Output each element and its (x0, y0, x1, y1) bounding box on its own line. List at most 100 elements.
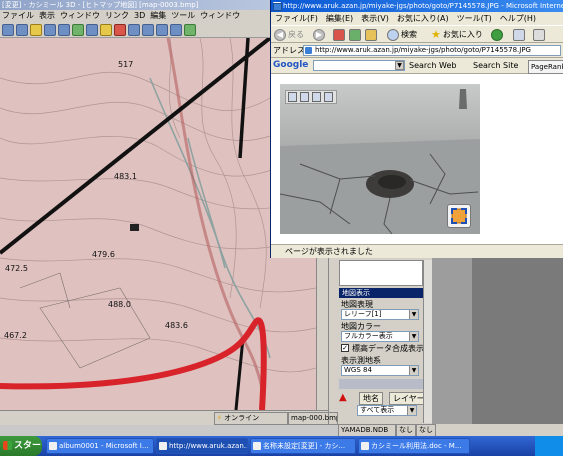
zoom-in-icon[interactable] (44, 23, 56, 36)
ie-menu-file[interactable]: ファイル(F) (275, 14, 318, 23)
online-text: オンライン (224, 414, 260, 422)
kashmir-menu-item[interactable]: 編集 (150, 11, 166, 20)
map-color-select[interactable]: フルカラー表示 ▼ (341, 331, 419, 342)
background-desktop (432, 258, 563, 425)
back-arrow-icon: ◀ (274, 29, 286, 41)
elevation-checkbox-label: 標高データ合成表示 (352, 344, 424, 353)
search-web-button[interactable]: Search Web (409, 60, 456, 72)
word-icon (361, 442, 369, 450)
taskbar-item-album[interactable]: album0001 - Microsoft I... (46, 438, 154, 454)
elevation-label: 483.1 (114, 172, 137, 181)
mountain-icon[interactable] (30, 23, 42, 36)
panel-scrollbar[interactable] (423, 260, 432, 423)
open-icon[interactable] (16, 23, 28, 36)
section-header-map-display[interactable]: 地図表示 (339, 288, 423, 298)
map-display-select[interactable]: レリーフ[1] ▼ (341, 309, 419, 320)
elevation-label: 472.5 (5, 264, 28, 273)
taskbar-item-label: カシミール利用法.doc - M... (371, 442, 462, 450)
search-site-button[interactable]: Search Site (473, 60, 518, 72)
mail-icon (513, 29, 525, 41)
elevation-label: 488.0 (108, 300, 131, 309)
map-scrollbar[interactable] (316, 258, 328, 410)
globe-icon[interactable] (184, 23, 196, 36)
map-color-value: フルカラー表示 (344, 332, 393, 340)
new-icon[interactable] (2, 23, 14, 36)
chevron-down-icon[interactable]: ▼ (395, 61, 404, 70)
search-button[interactable]: 検索 (387, 28, 417, 42)
kashmir-menu-item[interactable]: 表示 (39, 11, 55, 20)
place-filter-select[interactable]: すべて表示 ▼ (357, 405, 417, 416)
column-name-header[interactable]: 地名 (359, 392, 383, 405)
background-window (472, 258, 563, 425)
section-header-places[interactable] (339, 379, 423, 389)
home-icon (365, 29, 377, 41)
kashmir-menu-item[interactable]: ファイル (2, 11, 34, 20)
print-icon (533, 29, 545, 41)
system-tray[interactable] (535, 436, 563, 456)
media-icon (491, 29, 503, 41)
route-icon[interactable] (114, 23, 126, 36)
zoom-out-icon[interactable] (58, 23, 70, 36)
expand-image-button[interactable] (447, 204, 471, 228)
taskbar-item-label: album0001 - Microsoft I... (59, 442, 149, 450)
taskbar-item-kashmir[interactable]: 名称未設定[変更] - カシ... (250, 438, 356, 454)
email-image-icon[interactable] (312, 92, 321, 102)
elevation-label: 479.6 (92, 250, 115, 259)
refresh-icon (349, 29, 361, 41)
topographic-map[interactable]: 517 483.1 472.5 479.6 488.0 483.6 467.2 (0, 38, 316, 410)
camera-marker-icon (130, 224, 139, 231)
favorites-button[interactable]: ★ お気に入り (431, 28, 483, 42)
taskbar-item-word[interactable]: カシミール利用法.doc - M... (358, 438, 470, 454)
arrow-left-icon[interactable] (128, 23, 140, 36)
kashmir-menu-item[interactable]: リンク (105, 11, 129, 20)
kashmir-menu-item[interactable]: ウィンドウ (60, 11, 100, 20)
forward-button[interactable]: ▶ (313, 28, 325, 42)
windows-logo-icon (3, 441, 12, 450)
arrow-down-icon[interactable] (170, 23, 182, 36)
kashmir-menu-item[interactable]: ツール (171, 11, 195, 20)
address-input[interactable]: http://www.aruk.azan.jp/miyake-jgs/photo… (303, 45, 561, 56)
place-filter-value: すべて表示 (360, 406, 395, 414)
pencil-icon[interactable] (100, 23, 112, 36)
arrow-up-icon[interactable] (156, 23, 168, 36)
elevation-label: 467.2 (4, 331, 27, 340)
open-folder-icon[interactable] (324, 92, 333, 102)
ie-menu-edit[interactable]: 編集(E) (326, 14, 353, 23)
home-button[interactable] (365, 28, 377, 42)
taskbar-item-ie[interactable]: http://www.aruk.azan... (156, 438, 248, 454)
online-status: ⚡ オンライン (214, 412, 288, 425)
ie-menu-favorites[interactable]: お気に入り(A) (397, 14, 449, 23)
back-button[interactable]: ◀ 戻る (274, 28, 304, 42)
taskbar-item-label: http://www.aruk.azan... (169, 442, 248, 450)
arrow-right-icon[interactable] (142, 23, 154, 36)
elevation-label: 517 (118, 60, 134, 69)
ie-menu-help[interactable]: ヘルプ(H) (500, 14, 536, 23)
status-page-icon (273, 3, 282, 11)
elevation-label: 483.6 (165, 321, 188, 330)
pagerank-button[interactable]: PageRank (528, 60, 563, 74)
kashmir-status-extra: YAMADB.NDB なし なし (338, 424, 563, 437)
page-icon (305, 47, 312, 54)
google-search-input[interactable] (313, 60, 405, 71)
page-content (271, 74, 563, 244)
ie-menu-bar: ファイル(F) 編集(E) 表示(V) お気に入り(A) ツール(T) ヘルプ(H) (271, 12, 563, 25)
datum-select[interactable]: WGS 84 ▼ (341, 365, 419, 376)
kashmir-menu-item[interactable]: ウィンドウ (200, 11, 240, 20)
media-button[interactable] (491, 28, 503, 42)
ie-menu-tools[interactable]: ツール(T) (457, 14, 492, 23)
print-image-icon[interactable] (300, 92, 309, 102)
stop-button[interactable] (333, 28, 345, 42)
ie-menu-view[interactable]: 表示(V) (361, 14, 389, 23)
mail-button[interactable] (513, 28, 525, 42)
kashmir-menu-item[interactable]: 3D (134, 11, 145, 20)
chevron-down-icon: ▼ (409, 310, 418, 319)
datum-value: WGS 84 (344, 366, 372, 374)
layer-icon[interactable] (72, 23, 84, 36)
print-icon[interactable] (86, 23, 98, 36)
elevation-checkbox[interactable]: ✓ (341, 344, 349, 352)
save-image-icon[interactable] (288, 92, 297, 102)
refresh-button[interactable] (349, 28, 361, 42)
search-icon (387, 29, 399, 41)
print-button[interactable] (533, 28, 545, 42)
kashmir-menu-bar: ファイル 表示 ウィンドウ リンク 3D 編集 ツール ウィンドウ (0, 10, 270, 22)
